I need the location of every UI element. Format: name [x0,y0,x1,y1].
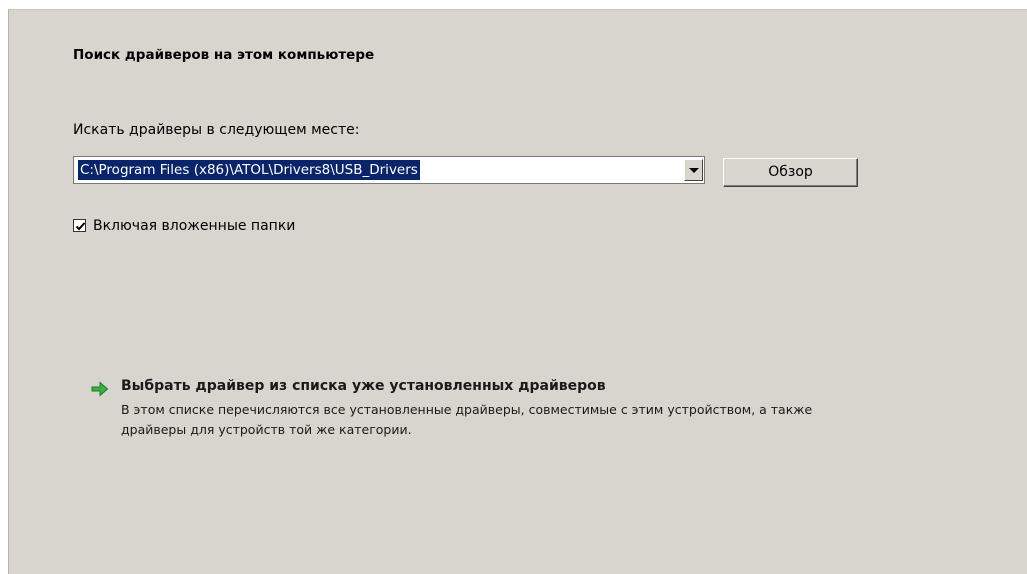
include-subfolders-checkbox[interactable] [73,219,86,232]
include-subfolders-label: Включая вложенные папки [93,218,296,234]
search-location-label: Искать драйверы в следующем месте: [73,122,360,138]
path-combobox[interactable]: C:\Program Files (x86)\ATOL\Drivers8\USB… [73,156,705,184]
chevron-down-icon [689,168,699,173]
checkmark-icon [75,222,86,231]
green-arrow-icon [91,381,109,397]
pick-from-list-title[interactable]: Выбрать драйвер из списка уже установлен… [121,378,606,394]
path-input[interactable]: C:\Program Files (x86)\ATOL\Drivers8\USB… [78,160,420,180]
driver-search-dialog: Поиск драйверов на этом компьютере Искат… [8,9,1027,574]
path-dropdown-button[interactable] [684,159,703,181]
pick-from-list-description: В этом списке перечисляются все установл… [121,402,813,437]
browse-button[interactable]: Обзор [723,158,858,187]
page-title: Поиск драйверов на этом компьютере [73,47,375,63]
